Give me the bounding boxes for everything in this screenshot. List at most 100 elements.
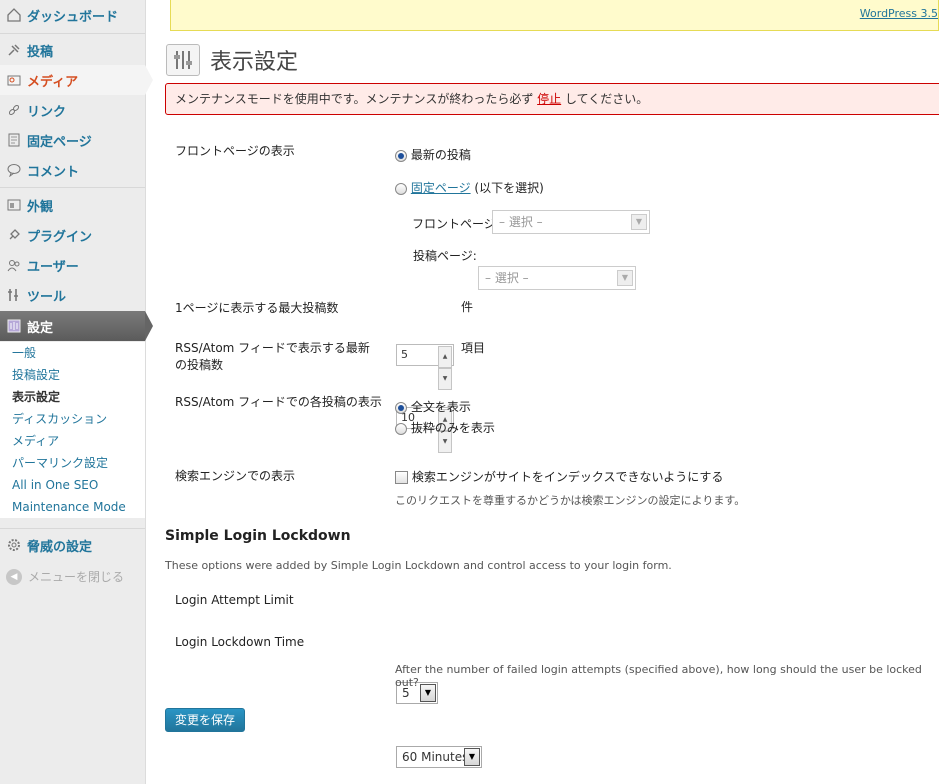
radio-summary[interactable] [395,422,407,435]
rss-count-label: RSS/Atom フィードで表示する最新の投稿数 [175,341,370,372]
appearance-icon [6,197,22,213]
menu-plugins[interactable]: プラグイン [0,220,145,250]
menu-settings-label: 設定 [27,320,54,336]
rss-display-label: RSS/Atom フィードでの各投稿の表示 [175,395,382,409]
front-page-select[interactable]: – 選択 – ▼ [492,210,650,234]
posts-per-page-value: 5 [401,348,408,361]
front-page-select-value: – 選択 – [499,215,543,229]
lockdown-time-help: After the number of failed login attempt… [395,663,922,689]
submenu-all-in-one-seo[interactable]: All in One SEO [0,474,145,496]
option-full-text-label: 全文を表示 [410,400,471,414]
menu-separator [0,187,145,188]
collapse-menu-button[interactable]: ◀ メニューを閉じる [6,568,124,585]
option-static-page[interactable]: 固定ページ (以下を選択) [395,179,544,196]
gear-icon [6,537,22,553]
submenu-discussion[interactable]: ディスカッション [0,408,145,430]
spin-down-icon[interactable]: ▼ [438,368,452,390]
menu-settings[interactable]: 設定 [0,311,153,341]
link-icon [6,102,22,118]
radio-static-page[interactable] [395,182,407,195]
wordpress-version-link[interactable]: WordPress 3.5 [860,7,938,20]
menu-comments[interactable]: コメント [0,155,145,185]
page-title: 表示設定 [210,50,299,75]
posts-per-page-input[interactable]: 5 ▲ ▼ [396,344,454,390]
menu-appearance[interactable]: 外観 [0,190,145,220]
media-icon [6,72,22,88]
front-page-label: フロントページの表示 [175,144,295,158]
dashboard-icon [6,7,22,23]
submenu-reading[interactable]: 表示設定 [0,386,145,408]
option-latest-posts[interactable]: 最新の投稿 [395,146,471,163]
menu-dashboard[interactable]: ダッシュボード [0,0,145,30]
front-page-select-label: フロントページ: [412,217,500,231]
posts-page-select-label: 投稿ページ: [413,249,477,263]
admin-sidebar: ダッシュボード 投稿 メディア リンク 固定ページ コメント 外観 プラグイン … [0,0,153,784]
menu-separator [0,33,145,34]
menu-users-label: ユーザー [27,259,79,275]
menu-tools[interactable]: ツール [0,280,145,310]
menu-links[interactable]: リンク [0,95,145,125]
option-summary[interactable]: 抜粋のみを表示 [395,419,495,436]
menu-posts[interactable]: 投稿 [0,35,145,65]
noindex-checkbox[interactable] [395,471,408,484]
settings-icon [6,318,22,334]
maintenance-notice: メンテナンスモードを使用中です。メンテナンスが終わったら必ず 停止 してください… [165,83,939,115]
settings-submenu: 一般 投稿設定 表示設定 ディスカッション メディア パーマリンク設定 All … [0,342,145,518]
lockdown-description: These options were added by Simple Login… [165,559,672,572]
lockdown-time-label: Login Lockdown Time [175,635,305,649]
notice-text-after: してください。 [561,92,649,106]
save-changes-button[interactable]: 変更を保存 [165,708,245,732]
menu-dashboard-label: ダッシュボード [27,9,119,25]
submenu-maintenance-mode[interactable]: Maintenance Mode [0,496,145,518]
submenu-writing[interactable]: 投稿設定 [0,364,145,386]
posts-per-page-unit: 件 [461,300,474,314]
lockdown-section-title: Simple Login Lockdown [165,528,351,544]
option-summary-label: 抜粋のみを表示 [410,421,495,435]
search-engine-note: このリクエストを尊重するかどうかは検索エンジンの設定によります。 [395,494,746,507]
menu-appearance-label: 外観 [27,199,54,215]
menu-posts-label: 投稿 [27,44,54,60]
collapse-menu-label: メニューを閉じる [28,570,125,584]
collapse-arrow-icon: ◀ [6,568,22,585]
chevron-down-icon: ▼ [464,748,480,766]
radio-latest-posts[interactable] [395,149,407,162]
submenu-media[interactable]: メディア [0,430,145,452]
menu-links-label: リンク [27,104,67,120]
static-page-note: (以下を選択) [470,181,544,195]
update-nag: WordPress 3.5 [170,0,939,31]
notice-text-before: メンテナンスモードを使用中です。メンテナンスが終わったら必ず [175,92,538,106]
submenu-permalinks[interactable]: パーマリンク設定 [0,452,145,474]
users-icon [6,257,22,273]
tools-icon [6,287,22,303]
menu-pages[interactable]: 固定ページ [0,125,145,155]
menu-plugins-label: プラグイン [27,229,93,245]
menu-media-label: メディア [27,74,79,90]
menu-media[interactable]: メディア [0,65,153,95]
option-full-text[interactable]: 全文を表示 [395,398,471,415]
menu-separator [0,528,145,529]
rss-count-unit: 項目 [461,341,486,355]
radio-full-text[interactable] [395,401,407,414]
menu-users[interactable]: ユーザー [0,250,145,280]
static-page-link[interactable]: 固定ページ [411,181,471,195]
option-latest-posts-label: 最新の投稿 [410,148,471,162]
comment-icon [6,162,22,178]
notice-stop-link[interactable]: 停止 [537,92,561,106]
spin-arrows[interactable]: ▲ ▼ [438,346,452,390]
current-arrow [145,65,153,95]
spin-up-icon[interactable]: ▲ [438,346,452,368]
lockdown-time-value: 60 Minutes [402,750,469,764]
posts-page-select[interactable]: – 選択 – ▼ [478,266,636,290]
attempt-limit-label: Login Attempt Limit [175,593,294,607]
menu-threat-settings[interactable]: 脅威の設定 [0,530,145,560]
submenu-general[interactable]: 一般 [0,342,145,364]
noindex-option[interactable]: 検索エンジンがサイトをインデックスできないようにする [395,468,723,485]
chevron-down-icon: ▼ [617,270,633,286]
menu-comments-label: コメント [27,164,80,180]
posts-page-select-value: – 選択 – [485,271,529,285]
posts-per-page-label: 1ページに表示する最大投稿数 [175,301,339,315]
lockdown-time-select[interactable]: 60 Minutes ▼ [396,746,482,768]
page-icon [6,132,22,148]
current-arrow [145,311,153,341]
plugin-icon [6,227,22,243]
